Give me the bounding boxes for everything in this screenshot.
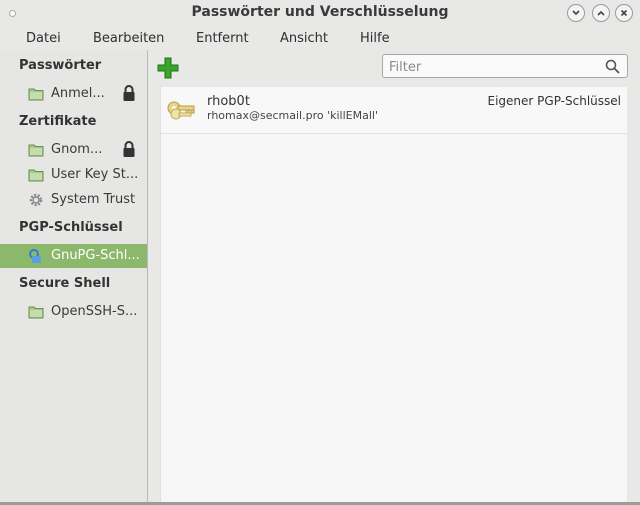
section-passwoerter: Passwörter <box>19 58 102 73</box>
sidebar-item-user-key-storage[interactable]: User Key St... <box>0 163 147 187</box>
folder-icon <box>28 169 44 182</box>
key-icon <box>167 101 195 120</box>
section-pgp-schluessel: PGP-Schlüssel <box>19 220 123 235</box>
menu-entfernt[interactable]: Entfernt <box>196 31 249 46</box>
section-secure-shell: Secure Shell <box>19 276 111 291</box>
sidebar-item-label: OpenSSH-S... <box>51 304 138 319</box>
plus-icon[interactable] <box>157 57 179 79</box>
sidebar-item-gnupg[interactable]: GnuPG-Schl... <box>0 244 147 268</box>
key-list: rhob0t rhomax@secmail.pro 'killEMall' Ei… <box>160 87 628 502</box>
minimize-button[interactable] <box>567 4 585 22</box>
lock-icon[interactable] <box>122 85 136 102</box>
folder-icon <box>28 306 44 319</box>
sidebar-item-label: System Trust <box>51 192 136 207</box>
search-icon[interactable] <box>605 59 620 74</box>
chevron-down-icon <box>572 10 580 16</box>
menu-hilfe[interactable]: Hilfe <box>360 31 390 46</box>
menu-bearbeiten[interactable]: Bearbeiten <box>93 31 164 46</box>
sidebar-item-anmeldung[interactable]: Anmel... <box>0 82 147 106</box>
folder-icon <box>28 88 44 101</box>
window-title: Passwörter und Verschlüsselung <box>191 4 449 20</box>
filter-input[interactable] <box>387 57 601 77</box>
sidebar-item-label: User Key St... <box>51 167 139 182</box>
section-zertifikate: Zertifikate <box>19 114 97 129</box>
close-icon <box>620 9 628 17</box>
key-name: rhob0t <box>207 94 250 109</box>
sidebar-item-openssh[interactable]: OpenSSH-S... <box>0 300 147 324</box>
maximize-button[interactable] <box>592 4 610 22</box>
menu-ansicht[interactable]: Ansicht <box>280 31 328 46</box>
chevron-up-icon <box>597 10 605 16</box>
sidebar-item-label: GnuPG-Schl... <box>51 248 140 263</box>
keyring-icon <box>29 249 41 263</box>
filter-field[interactable] <box>382 54 628 78</box>
sidebar-item-label: Anmel... <box>51 86 105 101</box>
menu-bar: Datei Bearbeiten Entfernt Ansicht Hilfe <box>0 26 640 50</box>
sidebar: Passwörter Anmel... Zertifikate Gnom... … <box>0 50 148 502</box>
sidebar-item-label: Gnom... <box>51 142 103 157</box>
key-type: Eigener PGP-Schlüssel <box>487 94 621 108</box>
folder-icon <box>28 144 44 157</box>
right-margin <box>627 87 640 502</box>
close-button[interactable] <box>615 4 633 22</box>
menu-datei[interactable]: Datei <box>26 31 61 46</box>
toolbar <box>148 50 640 87</box>
list-item[interactable]: rhob0t rhomax@secmail.pro 'killEMall' Ei… <box>161 87 628 134</box>
lock-icon[interactable] <box>122 141 136 158</box>
sidebar-item-gnome[interactable]: Gnom... <box>0 138 147 162</box>
sidebar-item-system-trust[interactable]: System Trust <box>0 188 147 212</box>
gear-icon <box>29 193 43 207</box>
title-bar: Passwörter und Verschlüsselung <box>0 0 640 26</box>
key-description: rhomax@secmail.pro 'killEMall' <box>207 109 378 122</box>
